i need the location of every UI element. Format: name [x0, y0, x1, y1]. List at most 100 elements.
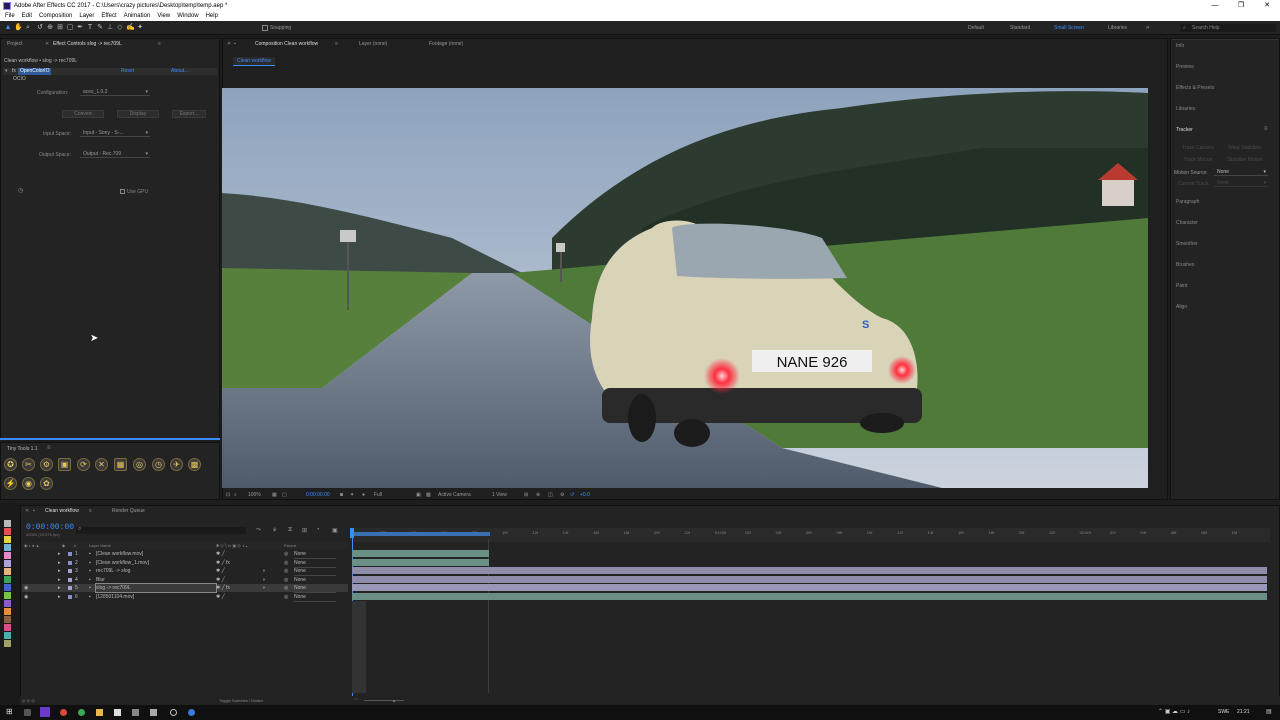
display-button[interactable]: Display — [117, 110, 159, 118]
notifications-icon[interactable]: ▤ — [1266, 708, 1272, 715]
input-space-dropdown[interactable]: Input - Sony - S-... — [80, 130, 150, 137]
about-link[interactable]: About... — [171, 68, 188, 75]
camera-tool-icon[interactable]: ⊕ — [46, 23, 54, 32]
menu-composition[interactable]: Composition — [39, 12, 72, 21]
graph-editor-icon[interactable]: ▣ — [332, 527, 338, 534]
tiny-tool-4-icon[interactable]: ▣ — [58, 458, 71, 471]
tiny-tool-10-icon[interactable]: ✈ — [170, 458, 183, 471]
close-comp-tab-icon[interactable]: ✕ — [227, 39, 231, 50]
disclosure-triangle-icon[interactable]: ▾ — [5, 68, 8, 75]
tray-icons[interactable]: ⌃ ▣ ☁ ▭ ♪ — [1158, 708, 1190, 715]
layer-bar-3[interactable] — [352, 567, 1267, 574]
layer-switch-icons[interactable]: ✱ ╱ — [216, 567, 225, 575]
chrome-taskbar-icon[interactable] — [60, 709, 67, 716]
parent-pickwhip-icon[interactable]: ◎ — [284, 559, 288, 567]
start-menu-icon[interactable]: ⊞ — [6, 707, 13, 716]
layer-name[interactable]: rec709L -> slog — [96, 567, 130, 575]
label-color-swatch[interactable] — [4, 536, 11, 543]
transparency-grid-icon[interactable]: ▩ — [426, 490, 431, 500]
layer-label-color[interactable] — [68, 569, 72, 573]
timeline-search-input[interactable]: ⌕ — [76, 526, 246, 534]
roto-brush-tool-icon[interactable]: ✍ — [126, 23, 135, 32]
lock-icon[interactable]: ▪ — [234, 39, 236, 50]
align-panel-tab[interactable]: Align — [1176, 304, 1187, 310]
clone-stamp-tool-icon[interactable]: ⊥ — [106, 23, 114, 32]
motion-source-dropdown[interactable]: None — [1214, 169, 1268, 176]
current-track-dropdown[interactable]: None — [1214, 180, 1268, 187]
layer-switch-icons[interactable]: ✱ ╱ fx — [216, 584, 230, 592]
parent-pickwhip-icon[interactable]: ◎ — [284, 576, 288, 584]
label-color-swatch[interactable] — [4, 560, 11, 567]
flowchart-icon[interactable]: ⚙ — [560, 490, 564, 500]
parent-pickwhip-icon[interactable]: ◎ — [284, 567, 288, 575]
clock-time[interactable]: 21:21 — [1237, 709, 1250, 715]
exposure-value[interactable]: +0.0 — [580, 490, 590, 500]
layer-name[interactable]: Blur — [96, 576, 105, 584]
fast-previews-icon[interactable]: ⊕ — [536, 490, 540, 500]
show-channel-icon[interactable]: ✦ — [350, 490, 354, 500]
menu-help[interactable]: Help — [206, 12, 218, 21]
layer-switch-icons[interactable]: ✱ ╱ — [216, 593, 225, 601]
hand-tool-icon[interactable]: ✋ — [14, 23, 23, 32]
tiny-tool-5-icon[interactable]: ⟳ — [77, 458, 90, 471]
preview-panel-tab[interactable]: Preview — [1176, 64, 1194, 70]
layer-label-color[interactable] — [68, 577, 72, 582]
configuration-dropdown[interactable]: aces_1.0.3 — [80, 89, 150, 96]
viewer-zoom-icon[interactable]: ⌕ — [234, 490, 237, 500]
timeline-zoom-slider[interactable] — [364, 700, 404, 701]
zoom-tool-icon[interactable]: ⌕ — [24, 23, 32, 32]
layer-label-color[interactable] — [68, 552, 72, 556]
exposure-icon[interactable]: ↺ — [570, 490, 574, 500]
viewer-timecode[interactable]: 0:00:00:00 — [306, 490, 330, 500]
label-color-swatch[interactable] — [4, 640, 11, 647]
composition-viewer[interactable]: NANE 926 S — [222, 88, 1148, 488]
reset-link[interactable]: Reset — [121, 68, 134, 75]
layer-row[interactable]: ▸ 4 ▪ Blur ✱ ╱ ◑ ◎ None — [22, 576, 348, 585]
column-parent[interactable]: Parent — [284, 542, 296, 549]
maximize-button[interactable]: ❐ — [1228, 0, 1254, 12]
label-color-swatch[interactable] — [4, 544, 11, 551]
menu-file[interactable]: File — [5, 12, 15, 21]
workspace-libraries[interactable]: Libraries — [1108, 21, 1127, 35]
search-help-input[interactable]: ⌕ Search Help — [1180, 24, 1276, 32]
tiny-tool-7-icon[interactable]: ▦ — [114, 458, 127, 471]
tab-render-queue[interactable]: Render Queue — [112, 506, 145, 517]
tiny-tool-13-icon[interactable]: ◉ — [22, 477, 35, 490]
layer-bar-1[interactable] — [352, 550, 489, 557]
close-button[interactable]: ✕ — [1254, 0, 1280, 12]
tiny-tool-14-icon[interactable]: ✿ — [40, 477, 53, 490]
label-color-swatch[interactable] — [4, 624, 11, 631]
layer-row[interactable]: ▸ 1 ▪ [Clean workflow.mov] ✱ ╱ ◎ None — [22, 550, 348, 559]
panel-menu-icon[interactable]: ≡ — [158, 39, 161, 50]
view-layout-dropdown[interactable]: 1 View — [492, 490, 507, 500]
parent-pickwhip-icon[interactable]: ◎ — [284, 584, 288, 592]
column-layer-name[interactable]: Layer Name — [89, 542, 111, 549]
twirl-icon[interactable]: ▸ — [58, 567, 61, 575]
color-channel-icon[interactable]: ● — [362, 490, 365, 500]
paint-panel-tab[interactable]: Paint — [1176, 283, 1187, 289]
tiny-tool-2-icon[interactable]: ✂ — [22, 458, 35, 471]
camera-dropdown[interactable]: Active Camera — [438, 490, 471, 500]
comp-mini-flowchart-icon[interactable]: ⤳ — [256, 527, 261, 534]
layer-switch-icons[interactable]: ✱ ╱ — [216, 576, 225, 584]
tiny-tool-9-icon[interactable]: ◷ — [152, 458, 165, 471]
puppet-tool-icon[interactable]: ✦ — [136, 23, 144, 32]
playhead-marker[interactable] — [350, 528, 354, 538]
work-area-bar[interactable] — [350, 532, 490, 536]
workspace-small-screen[interactable]: Small Screen — [1054, 21, 1084, 35]
layer-name[interactable]: [128501104.mov] — [96, 593, 134, 601]
zoom-in-icon[interactable]: ▲ — [392, 696, 396, 705]
effects-presets-panel-tab[interactable]: Effects & Presets — [1176, 85, 1214, 91]
timeline-current-time[interactable]: 0:00:00:00 — [26, 523, 74, 532]
parent-pickwhip-icon[interactable]: ◎ — [284, 550, 288, 558]
input-language[interactable]: SWE — [1218, 709, 1229, 715]
label-color-swatch[interactable] — [4, 584, 11, 591]
timeline-lock-icon[interactable]: ▪ — [33, 506, 35, 517]
tiny-tool-8-icon[interactable]: ◎ — [133, 458, 146, 471]
timeline-menu-icon[interactable]: ≡ — [89, 506, 92, 517]
tab-effect-controls[interactable]: Effect Controls slog -> rec709L — [53, 39, 122, 50]
twirl-icon[interactable]: ▸ — [58, 593, 61, 601]
paragraph-panel-tab[interactable]: Paragraph — [1176, 199, 1199, 205]
preview-icon[interactable]: ⊡ — [226, 490, 230, 500]
snapping-checkbox[interactable] — [262, 25, 268, 31]
